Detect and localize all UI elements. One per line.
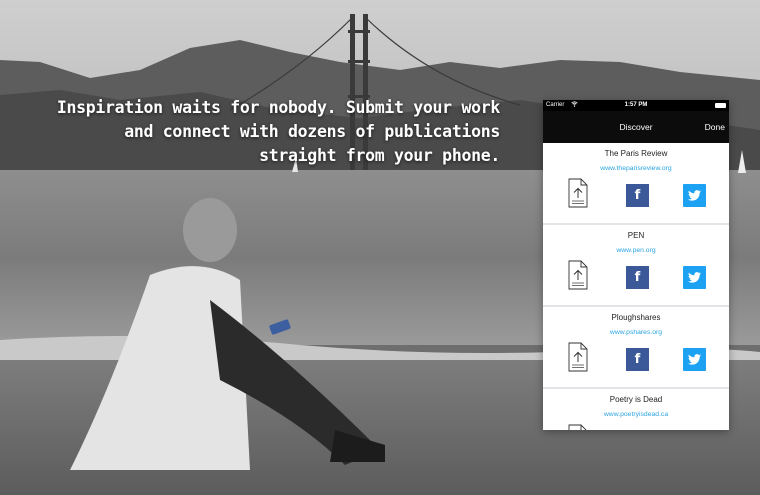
upload-document-icon[interactable]: [567, 178, 589, 208]
twitter-icon[interactable]: [683, 348, 706, 371]
facebook-icon[interactable]: f: [626, 266, 649, 289]
facebook-icon[interactable]: f: [626, 348, 649, 371]
status-bar: Carrier 1:57 PM: [543, 100, 729, 111]
tagline: Inspiration waits for nobody. Submit you…: [0, 96, 500, 168]
tagline-line-3: straight from your phone.: [259, 146, 500, 165]
upload-document-icon[interactable]: [567, 424, 589, 430]
publication-url[interactable]: www.poetryisdead.ca: [543, 411, 729, 418]
publication-name: Ploughshares: [611, 313, 661, 322]
phone-screen: Carrier 1:57 PM Discover Done The Paris …: [543, 100, 729, 430]
nav-title: Discover: [619, 122, 653, 132]
upload-document-icon[interactable]: [567, 342, 589, 372]
publication-name: The Paris Review: [604, 149, 668, 158]
publication-url[interactable]: www.pen.org: [543, 247, 729, 254]
publication-url[interactable]: www.theparisreview.org: [543, 165, 729, 172]
done-button[interactable]: Done: [705, 122, 725, 132]
publication-card: PEN www.pen.org f: [543, 225, 729, 307]
status-time: 1:57 PM: [624, 102, 648, 108]
twitter-icon[interactable]: [683, 266, 706, 289]
tagline-line-1: Inspiration waits for nobody. Submit you…: [56, 98, 500, 117]
facebook-icon[interactable]: f: [626, 184, 649, 207]
publication-card: The Paris Review www.theparisreview.org …: [543, 143, 729, 225]
publication-card: Poetry is Dead www.poetryisdead.ca: [543, 389, 729, 430]
publication-url[interactable]: www.pshares.org: [543, 329, 729, 336]
battery-icon: [715, 103, 726, 108]
publication-list[interactable]: The Paris Review www.theparisreview.org …: [543, 143, 729, 430]
publication-name: PEN: [627, 231, 645, 240]
twitter-icon[interactable]: [683, 184, 706, 207]
nav-bar: Discover Done: [543, 111, 729, 143]
tagline-line-2: and connect with dozens of publications: [124, 122, 500, 141]
upload-document-icon[interactable]: [567, 260, 589, 290]
publication-name: Poetry is Dead: [609, 395, 663, 404]
publication-card: Ploughshares www.pshares.org f: [543, 307, 729, 389]
